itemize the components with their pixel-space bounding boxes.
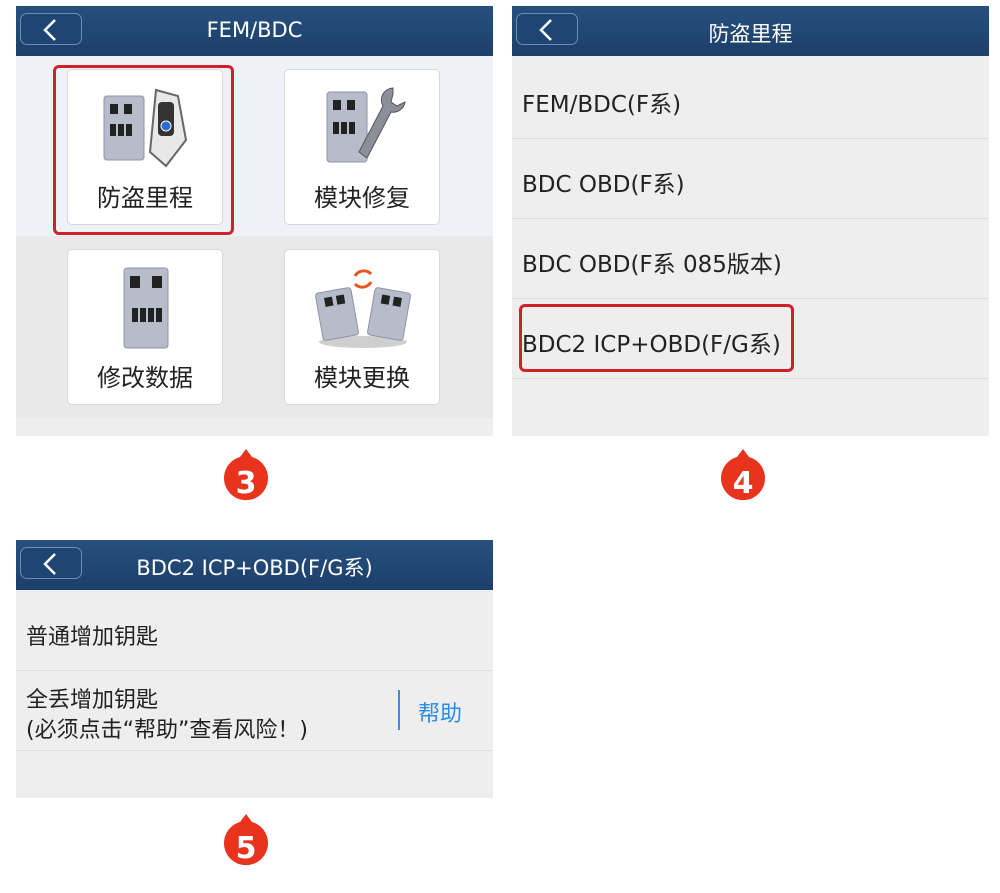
page-title: FEM/BDC	[206, 18, 303, 42]
module-icon	[123, 267, 169, 349]
list-item[interactable]: BDC OBD(F系)	[512, 138, 989, 219]
tile-modify-data[interactable]: 修改数据	[67, 249, 223, 405]
title-bar: FEM/BDC	[16, 6, 493, 56]
svg-text:4: 4	[733, 466, 754, 501]
back-button[interactable]	[20, 13, 82, 45]
chevron-left-icon	[43, 553, 56, 575]
list-item-add-key[interactable]: 普通增加钥匙	[16, 592, 493, 671]
title-bar: 防盗里程	[512, 6, 989, 56]
svg-text:3: 3	[236, 466, 257, 501]
tile-module-replace[interactable]: 模块更换	[284, 249, 440, 405]
tile-module-repair[interactable]: 模块修复	[284, 69, 440, 225]
chevron-left-icon	[539, 19, 552, 41]
back-button[interactable]	[20, 547, 82, 579]
panel-bdc2-icp-obd: BDC2 ICP+OBD(F/G系) 普通增加钥匙 全丢增加钥匙 (必须点击“帮…	[16, 540, 493, 798]
tile-label: 修改数据	[97, 364, 193, 392]
step-badge-5: 5	[224, 814, 268, 866]
step-badge-4: 4	[721, 449, 765, 501]
divider	[398, 690, 400, 730]
help-button[interactable]: 帮助	[418, 696, 462, 728]
title-bar: BDC2 ICP+OBD(F/G系)	[16, 540, 493, 590]
module-wrench-icon	[326, 87, 406, 163]
list-item[interactable]: BDC OBD(F系 085版本)	[512, 218, 989, 299]
chevron-left-icon	[43, 19, 56, 41]
step-badge-3: 3	[224, 449, 268, 501]
page-title: BDC2 ICP+OBD(F/G系)	[136, 556, 373, 580]
panel-fem-bdc: FEM/BDC 防盗里程 模块修复 修改数据 模块更换	[16, 6, 493, 436]
highlight-box	[519, 304, 794, 372]
page-title: 防盗里程	[708, 22, 793, 46]
tile-label: 模块修复	[314, 184, 410, 212]
list-item[interactable]: FEM/BDC(F系)	[512, 58, 989, 139]
svg-text:5: 5	[236, 831, 257, 866]
module-swap-icon	[315, 269, 411, 348]
back-button[interactable]	[516, 13, 578, 45]
highlight-box	[53, 65, 234, 235]
panel-anti-theft-mileage: 防盗里程 FEM/BDC(F系) BDC OBD(F系) BDC OBD(F系 …	[512, 6, 989, 436]
tile-label: 模块更换	[314, 364, 410, 392]
list-item-all-keys-lost[interactable]: 全丢增加钥匙 (必须点击“帮助”查看风险！) 帮助	[16, 670, 493, 751]
